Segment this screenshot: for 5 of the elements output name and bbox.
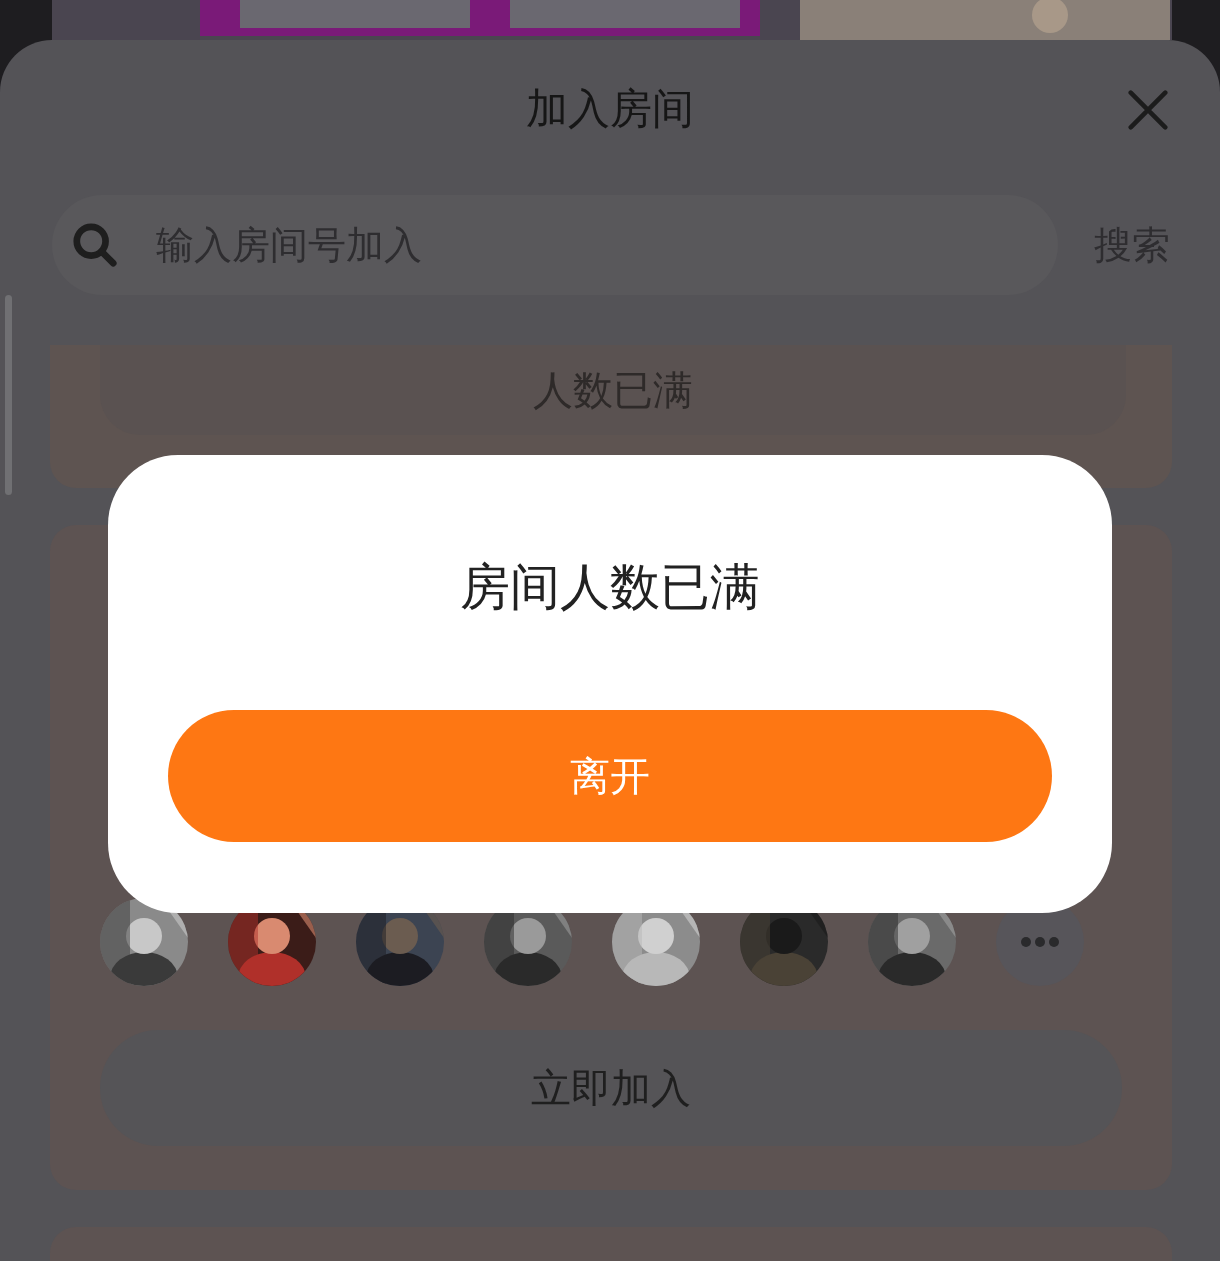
sheet-title: 加入房间 <box>526 83 694 135</box>
join-button[interactable]: 立即加入 <box>100 1030 1122 1146</box>
dialog-message: 房间人数已满 <box>460 557 760 618</box>
leave-button[interactable]: 离开 <box>168 710 1052 842</box>
search-icon <box>72 222 118 268</box>
